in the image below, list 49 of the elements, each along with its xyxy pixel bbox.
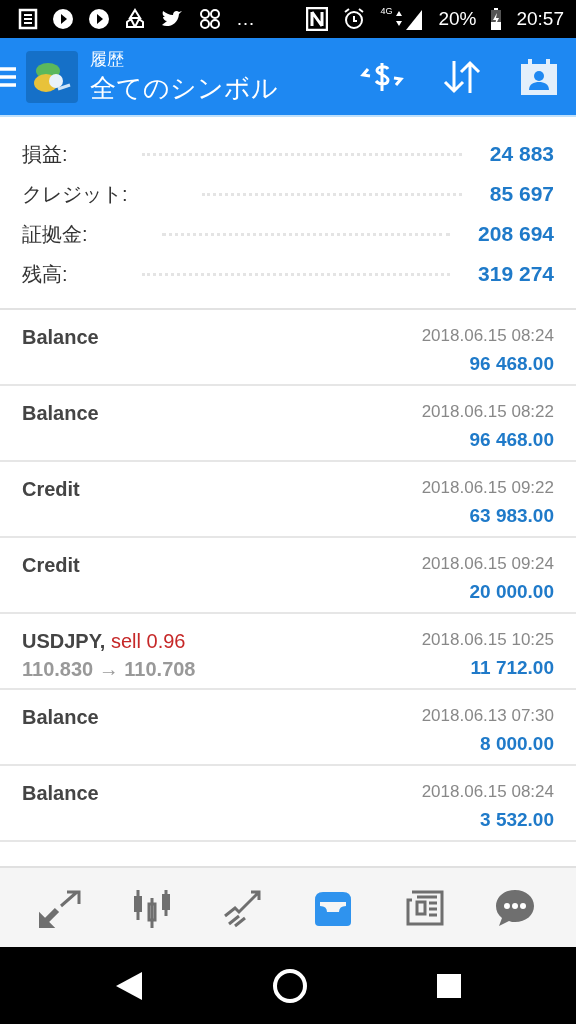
deal-time: 2018.06.15 08:22: [421, 401, 554, 423]
summary-label: 残高:: [22, 261, 68, 287]
notes-icon: [16, 8, 38, 30]
summary-value: 208 694: [478, 222, 554, 246]
network-type-text: 4G: [380, 6, 393, 16]
menu-icon[interactable]: [0, 64, 18, 89]
summary-label: 証拠金:: [22, 221, 88, 247]
app-logo[interactable]: [26, 50, 78, 103]
deal-title: Balance: [22, 401, 99, 426]
summary-label: クレジット:: [22, 181, 128, 207]
clock-time: 20:57: [516, 8, 564, 30]
deal-time: 2018.06.15 09:24: [421, 553, 554, 575]
summary-value: 85 697: [489, 182, 554, 206]
deal-amount: 63 983.00: [469, 504, 554, 528]
deal-amount: 96 468.00: [469, 352, 554, 376]
sort-icon[interactable]: [442, 58, 482, 95]
summary-value: 319 274: [478, 262, 554, 286]
deal-amount: 20 000.00: [469, 580, 554, 604]
battery-percent: 20%: [438, 8, 477, 30]
deal-amount: 96 468.00: [469, 428, 554, 452]
play-icon: [52, 8, 74, 30]
recents-icon[interactable]: [436, 972, 462, 999]
back-icon[interactable]: [114, 969, 144, 1002]
battery-icon: [490, 7, 503, 31]
deal-time: 2018.06.15 08:24: [421, 325, 554, 347]
deal-time: 2018.06.15 10:25: [421, 629, 554, 651]
overflow-text: …: [236, 8, 255, 30]
deal-title: Balance: [22, 781, 99, 806]
calendar-person-icon[interactable]: [520, 57, 558, 96]
deal-title: Balance: [22, 705, 99, 730]
deal-amount: 8 000.00: [480, 732, 554, 756]
summary-value: 24 883: [489, 142, 554, 166]
deal-amount: 3 532.00: [480, 808, 554, 832]
screen-subtitle: 履歴: [90, 48, 125, 71]
deal-title: Credit: [22, 553, 80, 578]
deal-title: Balance: [22, 325, 99, 350]
screen-title[interactable]: 全てのシンボル: [90, 70, 360, 105]
signal-icon: [394, 8, 425, 30]
home-icon[interactable]: [272, 967, 308, 1004]
nfc-icon: [306, 7, 329, 31]
deal-time: 2018.06.13 07:30: [421, 705, 554, 727]
deal-amount: 11 712.00: [470, 656, 554, 680]
deal-time: 2018.06.15 09:22: [421, 477, 554, 499]
play-icon: [88, 8, 110, 30]
price-change: 110.830 → 110.708: [22, 657, 196, 682]
summary-label: 損益:: [22, 141, 68, 167]
deal-title: USDJPY, sell 0.96: [22, 629, 187, 654]
deal-time: 2018.06.15 08:24: [421, 781, 554, 803]
deal-title: Credit: [22, 477, 80, 502]
